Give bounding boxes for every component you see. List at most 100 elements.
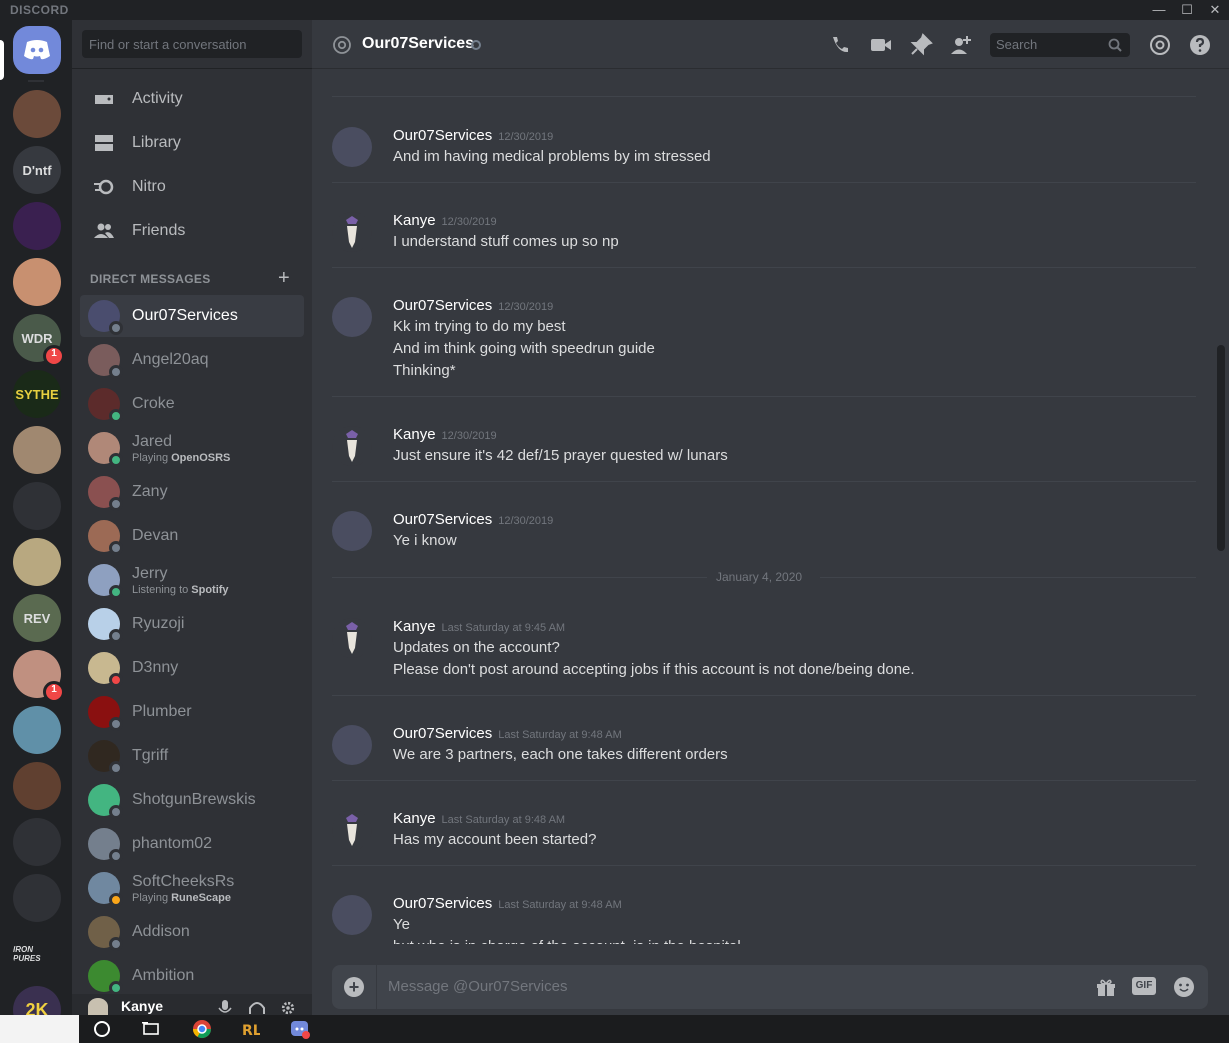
discord-taskbar-icon[interactable] (290, 1019, 310, 1039)
guild-server-3[interactable] (13, 202, 61, 250)
guild-server-16[interactable] (13, 874, 61, 922)
date-divider-line (332, 577, 707, 578)
dm-item-our07services[interactable]: Our07Services (80, 295, 304, 337)
message-avatar[interactable] (332, 127, 372, 167)
dm-item-tgriff[interactable]: Tgriff (80, 735, 304, 777)
guild-server-14[interactable] (13, 762, 61, 810)
dm-item-d3nny[interactable]: D3nny (80, 647, 304, 689)
message-avatar[interactable] (332, 895, 372, 935)
author-name[interactable]: Our07Services (393, 127, 492, 144)
upload-plus-icon[interactable]: + (344, 977, 364, 997)
message-avatar[interactable] (332, 297, 372, 337)
author-name[interactable]: Our07Services (393, 895, 492, 912)
header-search-input[interactable]: Search (990, 33, 1130, 57)
guild-server-4[interactable] (13, 258, 61, 306)
message-author[interactable]: Kanye 12/30/2019 (393, 426, 497, 443)
message-avatar[interactable] (332, 618, 372, 658)
dm-name: Ryuzoji (132, 615, 185, 632)
scrollbar-thumb[interactable] (1217, 345, 1225, 551)
guild-server-8[interactable] (13, 426, 61, 474)
author-name[interactable]: Kanye (393, 212, 436, 229)
message-avatar[interactable] (332, 212, 372, 252)
chrome-icon[interactable] (192, 1019, 212, 1039)
message-author[interactable]: Kanye Last Saturday at 9:45 AM (393, 618, 565, 635)
message-author[interactable]: Kanye 12/30/2019 (393, 212, 497, 229)
home-button[interactable] (13, 26, 61, 74)
microphone-icon[interactable] (218, 1000, 232, 1015)
maximize-button[interactable]: ☐ (1178, 2, 1196, 18)
message-text: And im think going with speedrun guide (393, 340, 655, 357)
guild-server-10[interactable] (13, 538, 61, 586)
taskbar-search-area[interactable] (0, 1015, 79, 1043)
message-author[interactable]: Our07Services 12/30/2019 (393, 127, 553, 144)
dm-item-softcheeksrs[interactable]: SoftCheeksRs Playing RuneScape (80, 867, 304, 909)
message-author[interactable]: Our07Services 12/30/2019 (393, 297, 553, 314)
headphones-icon[interactable] (248, 1000, 266, 1015)
message-author[interactable]: Our07Services Last Saturday at 9:48 AM (393, 725, 622, 742)
dm-item-phantom02[interactable]: phantom02 (80, 823, 304, 865)
guild-server-2k[interactable]: 2K (13, 986, 61, 1015)
mentions-icon[interactable] (1148, 33, 1172, 57)
message-author[interactable]: Our07Services Last Saturday at 9:48 AM (393, 895, 622, 912)
author-name[interactable]: Our07Services (393, 511, 492, 528)
gift-icon[interactable] (1094, 975, 1118, 999)
dm-item-devan[interactable]: Devan (80, 515, 304, 557)
guild-server-dntf[interactable]: D'ntf (13, 146, 61, 194)
message-avatar[interactable] (332, 511, 372, 551)
dm-item-angel20aq[interactable]: Angel20aq (80, 339, 304, 381)
author-name[interactable]: Kanye (393, 810, 436, 827)
message-text: Kk im trying to do my best (393, 318, 566, 335)
guild-server-13[interactable] (13, 706, 61, 754)
dm-item-shotgunbrewskis[interactable]: ShotgunBrewskis (80, 779, 304, 821)
activity-prefix: Playing (132, 451, 169, 464)
message-author[interactable]: Our07Services 12/30/2019 (393, 511, 553, 528)
dm-item-zany[interactable]: Zany (80, 471, 304, 513)
dm-item-jared[interactable]: Jared Playing OpenOSRS (80, 427, 304, 469)
message-avatar[interactable] (332, 725, 372, 765)
message-input[interactable]: Message @Our07Services (388, 978, 567, 995)
dm-item-croke[interactable]: Croke (80, 383, 304, 425)
voice-call-icon[interactable] (828, 33, 852, 57)
author-name[interactable]: Our07Services (393, 297, 492, 314)
guild-server-9[interactable] (13, 482, 61, 530)
runelite-icon[interactable]: RL (240, 1019, 260, 1039)
dm-item-addison[interactable]: Addison (80, 911, 304, 953)
dm-item-jerry[interactable]: Jerry Listening to Spotify (80, 559, 304, 601)
guild-server-rev[interactable]: REV (13, 594, 61, 642)
pinned-messages-icon[interactable] (909, 33, 933, 57)
task-view-icon[interactable] (141, 1019, 161, 1039)
gif-picker-icon[interactable]: GIF (1132, 977, 1156, 995)
nav-friends[interactable]: Friends (80, 210, 304, 252)
guild-server-15[interactable] (13, 818, 61, 866)
guild-server-sythe[interactable]: SYTHE (13, 370, 61, 418)
dm-item-plumber[interactable]: Plumber (80, 691, 304, 733)
author-name[interactable]: Kanye (393, 618, 436, 635)
nav-library[interactable]: Library (80, 122, 304, 164)
message-author[interactable]: Kanye Last Saturday at 9:48 AM (393, 810, 565, 827)
cortana-icon[interactable] (92, 1019, 112, 1039)
author-name[interactable]: Kanye (393, 426, 436, 443)
minimize-button[interactable]: — (1150, 2, 1168, 18)
video-call-icon[interactable] (869, 33, 893, 57)
message-timestamp: Last Saturday at 9:48 AM (498, 729, 622, 741)
dm-item-ryuzoji[interactable]: Ryuzoji (80, 603, 304, 645)
emoji-picker-icon[interactable] (1172, 975, 1196, 999)
settings-gear-icon[interactable] (280, 1001, 296, 1015)
dm-text: Devan (132, 527, 178, 545)
nav-nitro[interactable]: Nitro (80, 166, 304, 208)
message-avatar[interactable] (332, 426, 372, 466)
add-friend-to-dm-icon[interactable] (949, 33, 973, 57)
create-dm-button[interactable]: + (278, 267, 290, 290)
user-avatar[interactable] (88, 998, 108, 1015)
message-avatar[interactable] (332, 810, 372, 850)
find-conversation-input[interactable]: Find or start a conversation (82, 30, 302, 58)
close-button[interactable]: ✕ (1206, 2, 1224, 18)
status-idle-indicator (109, 893, 123, 907)
author-name[interactable]: Our07Services (393, 725, 492, 742)
message-scrollbar[interactable] (1217, 69, 1225, 944)
guild-server-1[interactable] (13, 90, 61, 138)
guild-server-iron-pures[interactable]: IRON PURES (13, 930, 61, 978)
nav-activity[interactable]: Activity (80, 78, 304, 120)
dm-item-ambition[interactable]: Ambition (80, 955, 304, 997)
help-icon[interactable] (1188, 33, 1212, 57)
